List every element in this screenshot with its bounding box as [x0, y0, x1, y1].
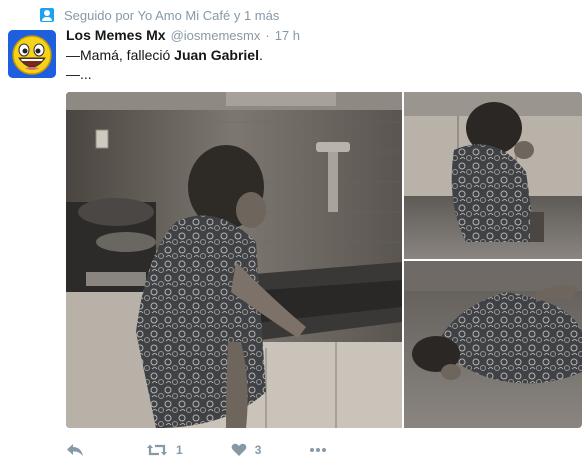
more-icon: [310, 448, 327, 452]
author-name[interactable]: Los Memes Mx: [66, 27, 166, 43]
retweet-icon: [147, 444, 167, 456]
tweet-text: —Mamá, falleció Juan Gabriel. —...: [66, 46, 263, 84]
reply-button[interactable]: [66, 443, 84, 457]
like-button[interactable]: 3: [231, 443, 262, 457]
retweet-button[interactable]: 1: [146, 443, 183, 457]
more-button[interactable]: [309, 447, 327, 453]
social-context-text[interactable]: Seguido por Yo Amo Mi Café y 1 más: [64, 8, 279, 23]
avatar[interactable]: [8, 30, 56, 78]
tweet-text-suffix: .: [258, 47, 263, 63]
follow-icon: [40, 8, 54, 22]
tweet-timestamp[interactable]: 17 h: [275, 28, 300, 43]
heart-icon: [231, 443, 247, 456]
tweet-text-bold: Juan Gabriel: [174, 47, 259, 63]
like-count: 3: [254, 443, 262, 457]
author-handle[interactable]: @iosmemesmx: [171, 28, 261, 43]
separator-dot: ·: [265, 28, 270, 43]
retweet-count: 1: [176, 443, 183, 457]
tweet-text-line-1: —Mamá, falleció Juan Gabriel.: [66, 46, 263, 65]
photo-woman-kneeling[interactable]: [404, 92, 582, 259]
photo-woman-kitchen[interactable]: [66, 92, 402, 428]
tweet-text-line-2: —...: [66, 66, 92, 82]
photo-woman-floor[interactable]: [404, 261, 582, 428]
laughing-smiley-face-icon: [8, 30, 56, 78]
social-context: Seguido por Yo Amo Mi Café y 1 más: [40, 5, 279, 25]
tweet-actions: 1 3: [66, 438, 327, 462]
tweet-header: Los Memes Mx @iosmemesmx · 17 h: [66, 27, 300, 43]
reply-icon: [67, 444, 83, 456]
tweet-media: [66, 92, 582, 428]
tweet-text-prefix: —Mamá, falleció: [66, 47, 175, 63]
